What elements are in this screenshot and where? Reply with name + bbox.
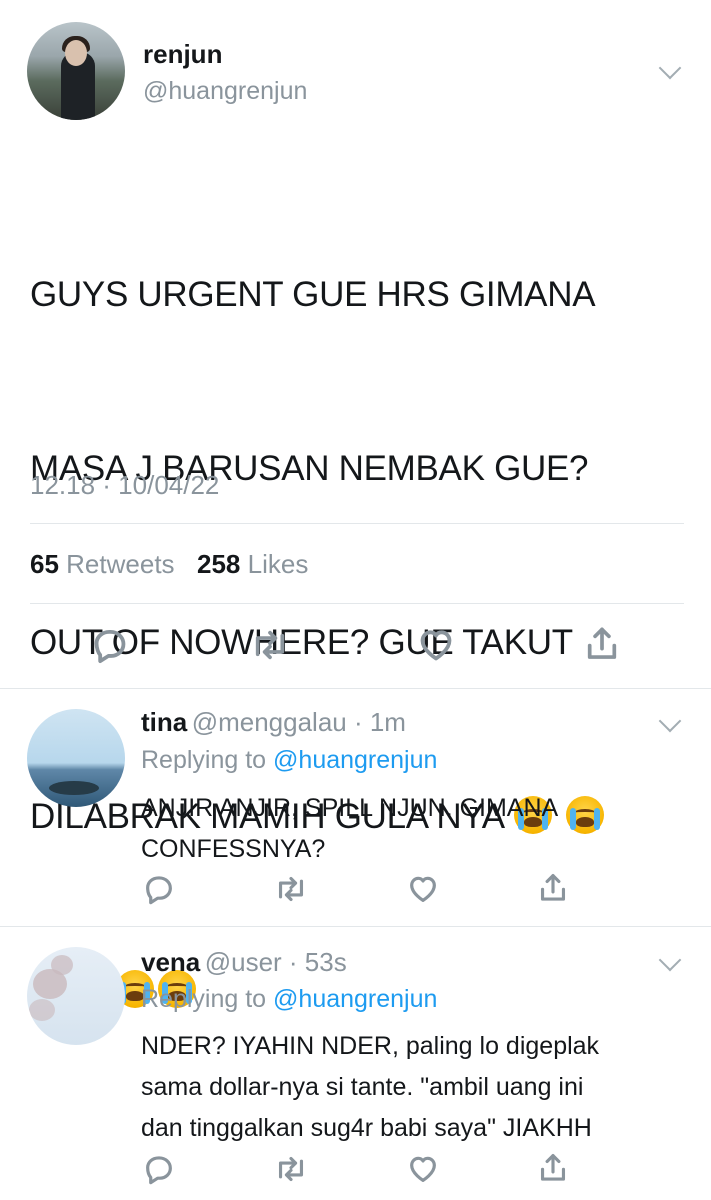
share-icon[interactable] [583, 624, 621, 664]
reply-handle-time[interactable]: @user · 53s [205, 947, 347, 977]
reply-text: ANJIR ANJIR, SPILL NJUN. GIMANA CONFESSN… [141, 794, 559, 863]
like-icon[interactable] [417, 626, 455, 664]
retweet-count[interactable]: 65 [30, 549, 59, 579]
like-count[interactable]: 258 [197, 549, 240, 579]
tweet-timestamp[interactable]: 12.18 · 10/04/22 [30, 470, 219, 501]
replying-to-handle[interactable]: @huangrenjun [273, 985, 437, 1013]
like-icon[interactable] [407, 1153, 439, 1185]
retweet-icon[interactable] [274, 1153, 308, 1185]
reply-text: NDER? IYAHIN NDER, paling lo digeplak sa… [141, 1032, 600, 1142]
retweet-icon[interactable] [274, 873, 308, 905]
reply-display-name[interactable]: tina [141, 707, 187, 737]
avatar-head [65, 40, 87, 66]
reply-icon[interactable] [143, 1153, 175, 1185]
avatar[interactable] [27, 22, 125, 120]
user-handle[interactable]: @huangrenjun [143, 77, 307, 106]
retweet-icon[interactable] [250, 626, 290, 664]
reply-tweet[interactable]: vena @user · 53s Replying to @huangrenju… [0, 927, 711, 1200]
retweet-label[interactable]: Retweets [66, 549, 174, 579]
replying-to: Replying to @huangrenjun [141, 746, 437, 775]
display-name[interactable]: renjun [143, 39, 222, 70]
reply-icon[interactable] [91, 626, 129, 664]
like-label[interactable]: Likes [248, 549, 309, 579]
reply-actions [0, 1153, 711, 1189]
avatar-rock [49, 781, 99, 795]
avatar-blossom [29, 999, 55, 1021]
reply-icon[interactable] [143, 873, 175, 905]
replying-to-label: Replying to [141, 746, 267, 774]
reply-header: tina @menggalau · 1m [141, 707, 406, 738]
tweet-line: GUYS URGENT GUE HRS GIMANA [30, 275, 596, 314]
reply-tweet[interactable]: tina @menggalau · 1m Replying to @huangr… [0, 689, 711, 925]
tweet-actions [0, 624, 711, 668]
share-icon[interactable] [537, 1151, 569, 1185]
reply-avatar[interactable] [27, 947, 125, 1045]
replying-to: Replying to @huangrenjun [141, 985, 437, 1014]
reply-handle-time[interactable]: @menggalau · 1m [192, 707, 406, 737]
chevron-down-icon[interactable] [658, 709, 682, 733]
reply-display-name[interactable]: vena [141, 947, 200, 977]
chevron-down-icon[interactable] [658, 56, 682, 80]
chevron-down-icon[interactable] [658, 948, 682, 972]
reply-header: vena @user · 53s [141, 947, 347, 978]
reply-actions [0, 873, 711, 909]
divider [30, 523, 684, 524]
divider [30, 603, 684, 604]
avatar-blossom [51, 955, 73, 975]
reply-avatar[interactable] [27, 709, 125, 807]
like-icon[interactable] [407, 873, 439, 905]
replying-to-handle[interactable]: @huangrenjun [273, 746, 437, 774]
replying-to-label: Replying to [141, 985, 267, 1013]
share-icon[interactable] [537, 871, 569, 905]
tweet-stats: 65 Retweets 258 Likes [30, 549, 308, 580]
